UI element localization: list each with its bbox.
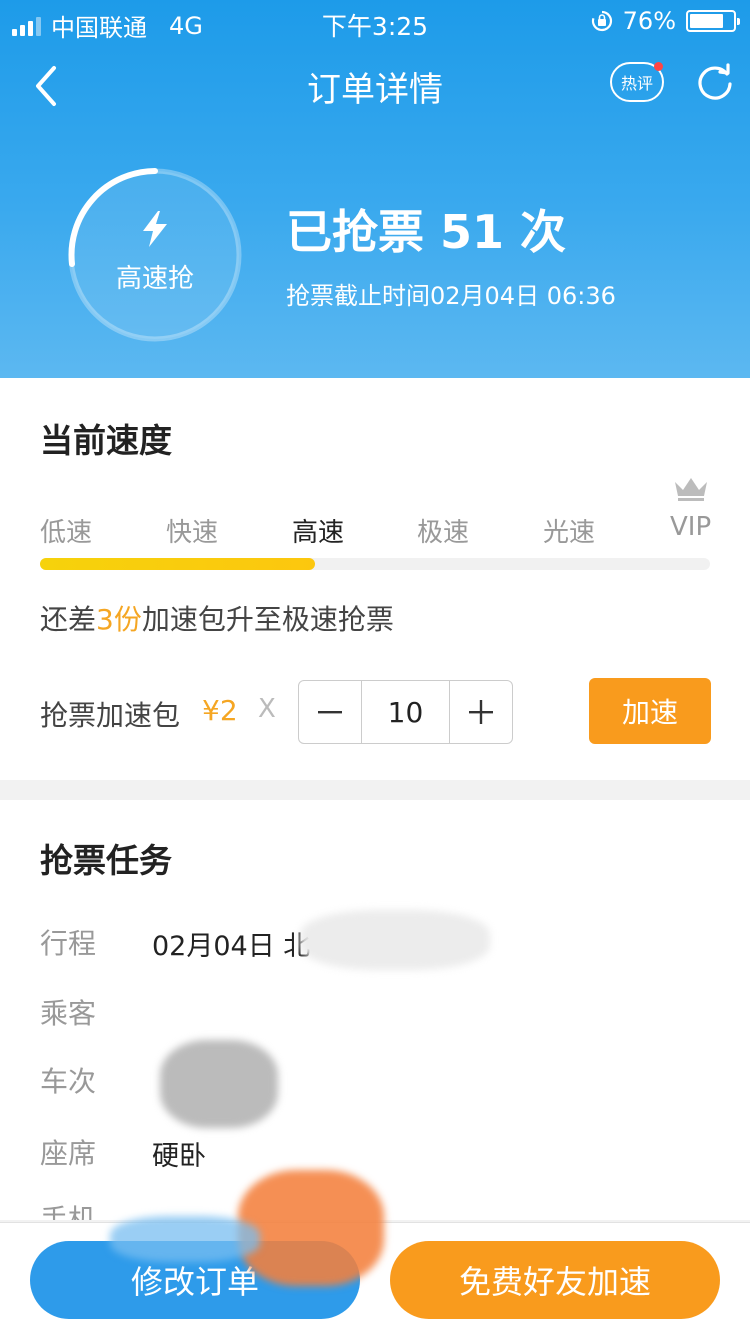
route-label: 行程 xyxy=(40,927,97,960)
rotation-lock-icon xyxy=(591,10,612,32)
speed-levels: 低速 快速 高速 极速 光速 VIP xyxy=(40,478,712,552)
route-value: 02月04日 北 xyxy=(152,931,311,962)
seat-label: 座席 xyxy=(40,1137,97,1170)
redaction-mark xyxy=(160,1040,278,1128)
lightning-icon xyxy=(143,211,167,247)
friend-speedup-button[interactable]: 免费好友加速 xyxy=(390,1241,720,1319)
status-bar: 中国联通 4G 下午3:25 76% xyxy=(0,0,750,42)
speed-section-title: 当前速度 xyxy=(40,421,172,460)
speed-progress-track xyxy=(40,558,710,570)
current-speed-card: 当前速度 低速 快速 高速 极速 光速 VIP 还差3份加速包升至极速抢票 抢票… xyxy=(0,378,750,780)
quantity-value[interactable]: 10 xyxy=(361,681,450,743)
phone-label: 手机 xyxy=(40,1203,97,1220)
grab-deadline: 抢票截止时间02月04日 06:36 xyxy=(286,282,616,310)
redaction-mark xyxy=(110,1216,260,1262)
grab-count: 已抢票 51 次 xyxy=(286,205,567,259)
crown-icon xyxy=(675,478,707,501)
header: 中国联通 4G 下午3:25 76% 订单详情 热评 高速抢 已抢票 51 次 … xyxy=(0,0,750,378)
status-right: 76% xyxy=(591,7,740,35)
notification-dot xyxy=(654,62,663,71)
speed-level-low: 低速 xyxy=(40,518,93,548)
speed-progress-fill xyxy=(40,558,315,570)
redaction-mark xyxy=(238,1170,384,1286)
upgrade-hint-prefix: 还差 xyxy=(40,603,97,636)
seat-value: 硬卧 xyxy=(152,1141,206,1172)
passenger-label: 乘客 xyxy=(40,997,97,1030)
upgrade-hint-suffix: 加速包升至极速抢票 xyxy=(141,603,394,636)
minus-icon xyxy=(318,711,342,714)
speed-pack-label: 抢票加速包 xyxy=(40,699,181,732)
plus-icon xyxy=(469,700,493,724)
quantity-stepper: 10 xyxy=(298,680,513,744)
speed-level-light: 光速 xyxy=(543,518,596,548)
speedup-button[interactable]: 加速 xyxy=(589,678,711,744)
battery-percent: 76% xyxy=(622,7,676,35)
multiply-sign: X xyxy=(258,694,276,724)
speed-level-high: 高速 xyxy=(292,518,345,548)
refresh-icon[interactable] xyxy=(694,62,736,104)
battery-icon xyxy=(686,10,740,32)
speed-level-fast: 快速 xyxy=(166,518,219,548)
speed-level-extreme: 极速 xyxy=(417,518,470,548)
speed-pack-price: ¥2 xyxy=(202,694,238,727)
grab-task-card: 抢票任务 行程 02月04日 北 乘客 车次 座席 硬卧 手机 xyxy=(0,800,750,1220)
speed-level-vip: VIP xyxy=(670,512,712,542)
speed-ring xyxy=(68,168,242,342)
decrease-button[interactable] xyxy=(299,681,361,743)
nav-bar: 订单详情 热评 xyxy=(0,42,750,130)
hot-review-button[interactable]: 热评 xyxy=(610,62,664,102)
train-label: 车次 xyxy=(40,1065,97,1098)
increase-button[interactable] xyxy=(450,681,512,743)
upgrade-hint-count: 3份 xyxy=(96,603,142,636)
upgrade-hint: 还差3份加速包升至极速抢票 xyxy=(40,598,394,638)
ring-label: 高速抢 xyxy=(115,264,194,294)
redaction-mark xyxy=(300,910,490,970)
task-section-title: 抢票任务 xyxy=(40,841,172,880)
hot-review-label: 热评 xyxy=(620,74,653,93)
